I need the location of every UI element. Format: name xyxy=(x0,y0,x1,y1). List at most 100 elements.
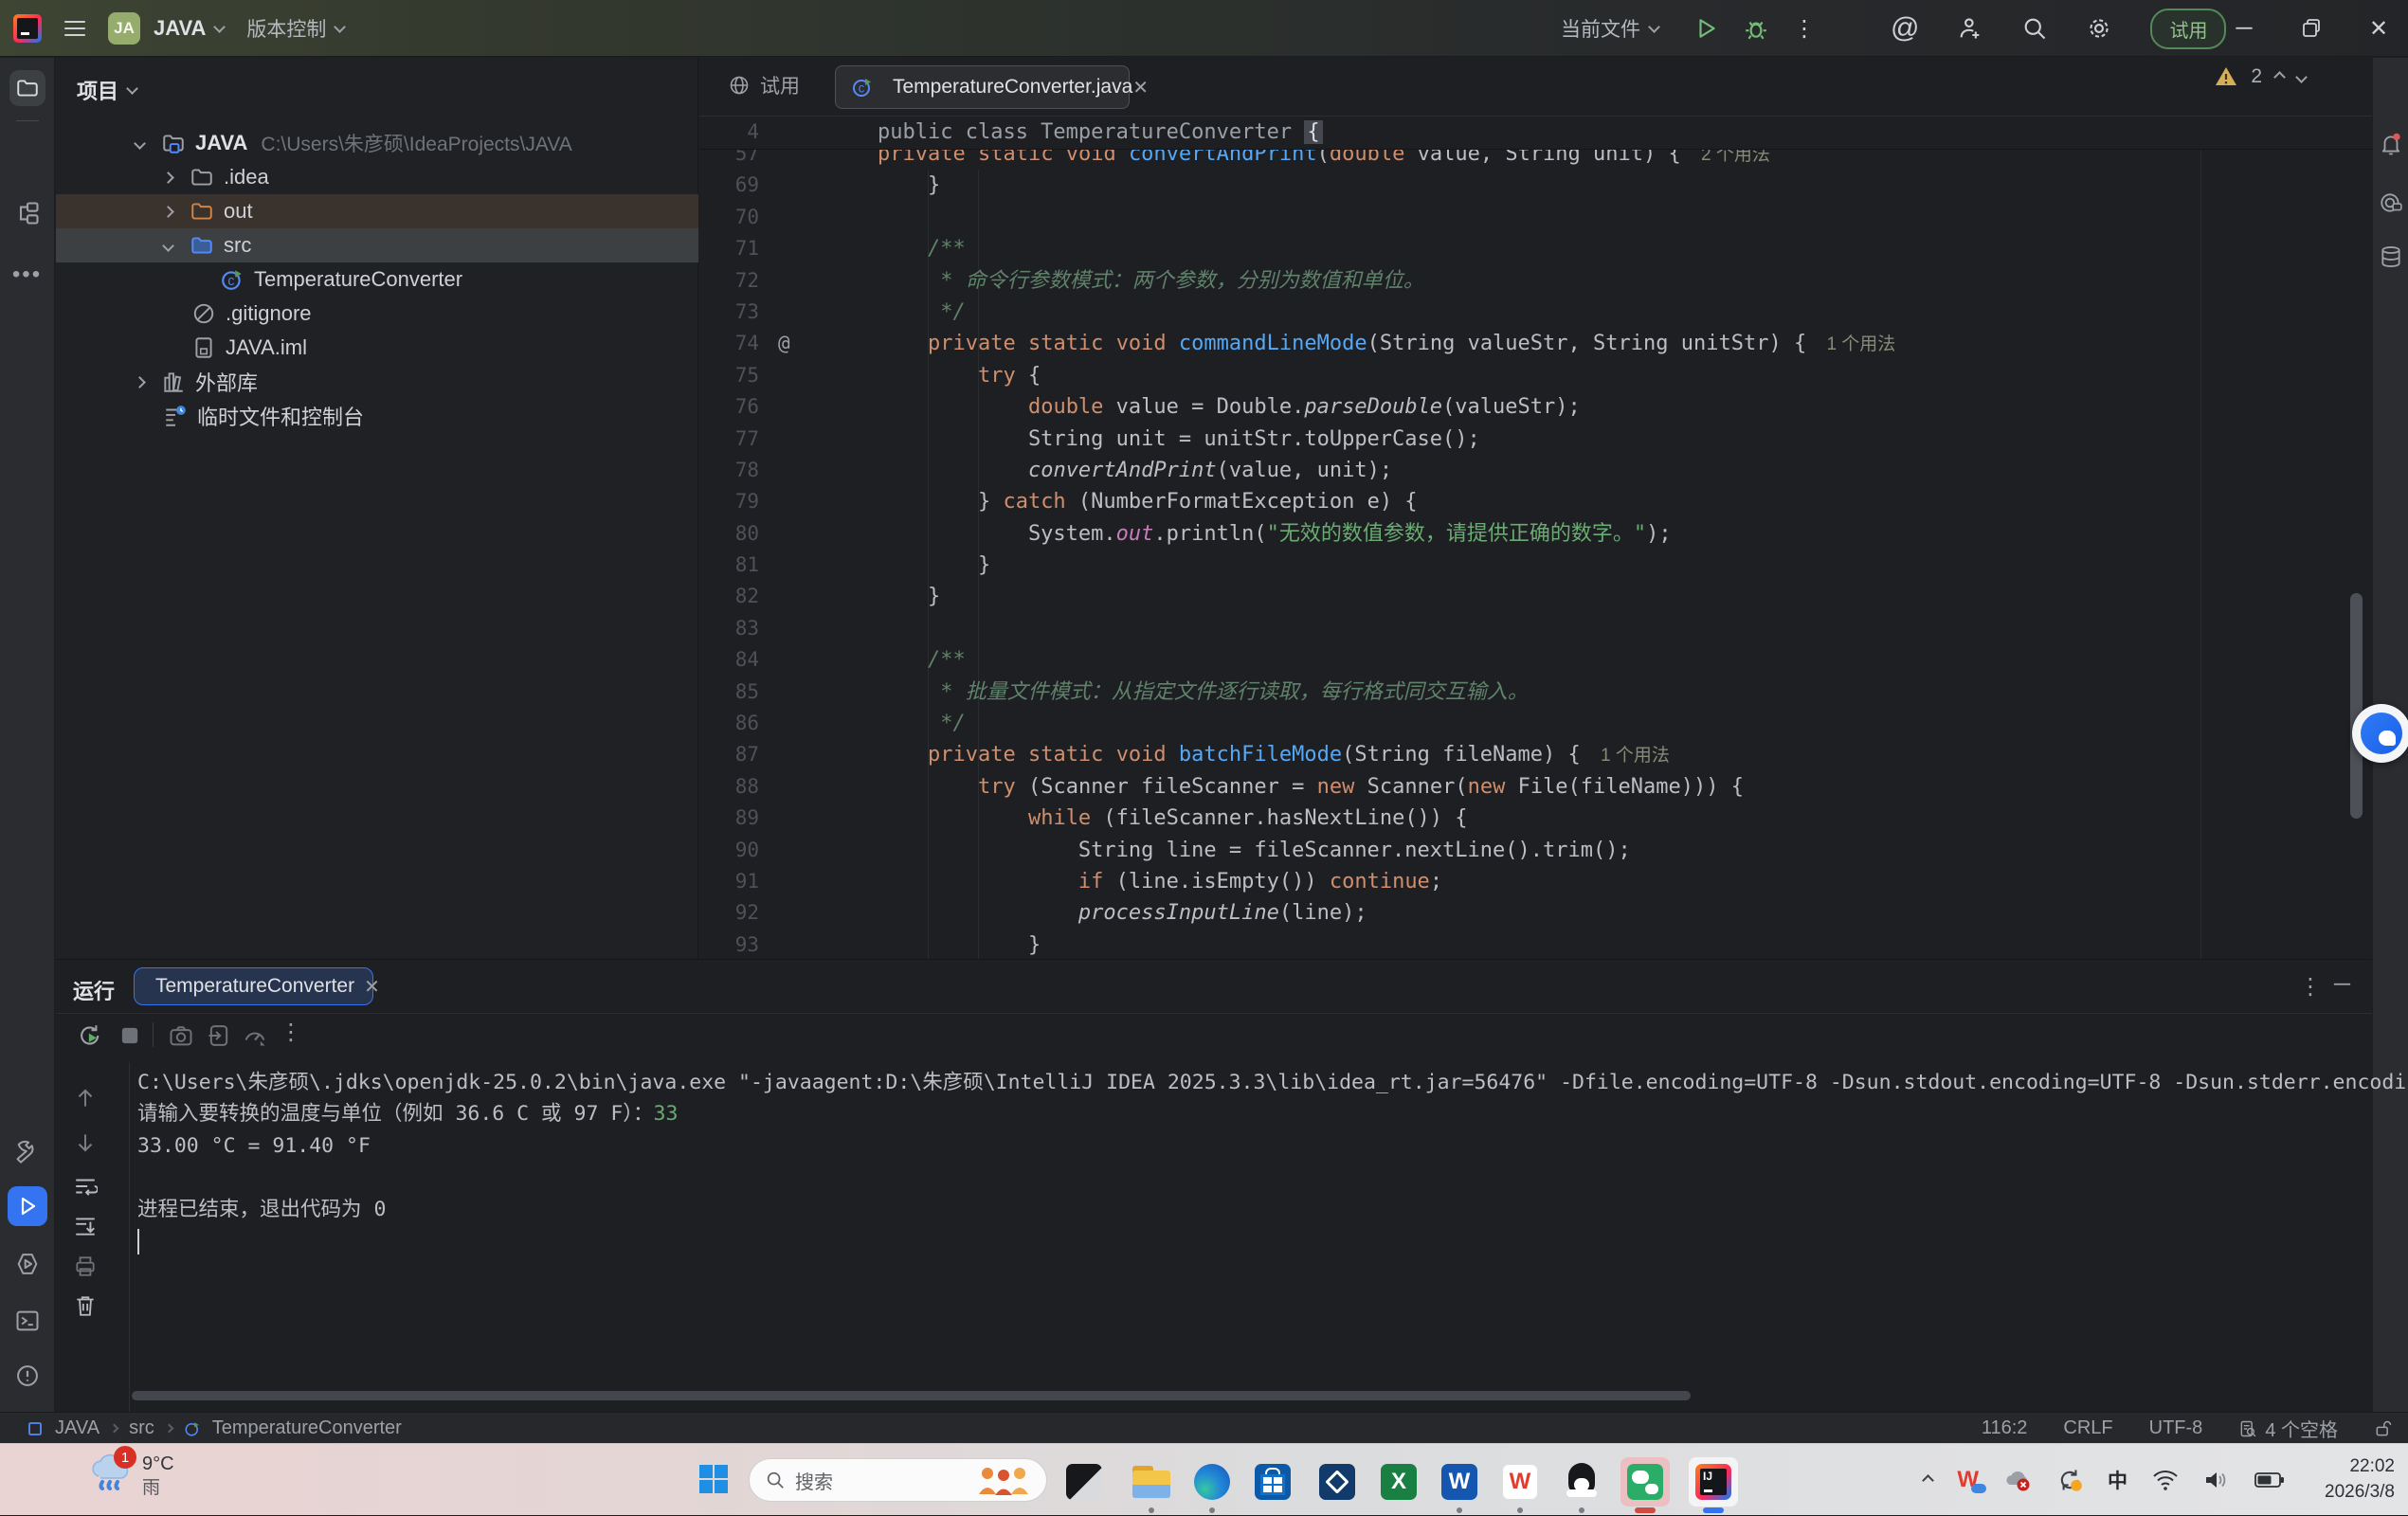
taskbar-search[interactable]: 搜索 xyxy=(749,1458,1047,1502)
code-text[interactable]: try (Scanner fileScanner = new Scanner(n… xyxy=(878,771,1744,803)
code-line-92[interactable]: 92 processInputLine(line); xyxy=(699,897,2372,929)
code-line-79[interactable]: 79 } catch (NumberFormatException e) { xyxy=(699,486,2372,517)
indent-widget[interactable]: 4 个空格 xyxy=(2238,1415,2338,1442)
code-line-84[interactable]: 84 /** xyxy=(699,644,2372,676)
code-line-81[interactable]: 81 } xyxy=(699,550,2372,581)
tree-item-java.iml[interactable]: JAVA.iml xyxy=(56,331,698,365)
code-text[interactable]: */ xyxy=(878,708,966,739)
tree-item-.idea[interactable]: .idea xyxy=(56,160,698,194)
onedrive-offline-icon[interactable] xyxy=(2003,1468,2032,1492)
console-output[interactable]: C:\Users\朱彦硕\.jdks\openjdk-25.0.2\bin\ja… xyxy=(137,1067,2408,1225)
crumb-class[interactable]: TemperatureConverter xyxy=(212,1417,402,1439)
ai-assistant-tool-button[interactable] xyxy=(2379,190,2403,215)
prev-problem-icon[interactable] xyxy=(2273,71,2286,83)
code-line-80[interactable]: 80 System.out.println("无效的数值参数，请提供正确的数字。… xyxy=(699,518,2372,550)
code-text[interactable]: } xyxy=(878,550,990,581)
run-panel-title[interactable]: 运行 xyxy=(73,975,115,1005)
code-text[interactable]: convertAndPrint(value, unit); xyxy=(878,455,1392,486)
thread-dump-camera-icon[interactable] xyxy=(168,1022,194,1049)
tree-item-temperatureconverter[interactable]: CTemperatureConverter xyxy=(56,262,698,297)
code-line-78[interactable]: 78 convertAndPrint(value, unit); xyxy=(699,455,2372,486)
code-text[interactable]: * 命令行参数模式：两个参数，分别为数值和单位。 xyxy=(878,265,1424,297)
tree-item-java[interactable]: JAVAC:\Users\朱彦硕\IdeaProjects\JAVA xyxy=(56,126,698,160)
taskbar-app-excel[interactable]: X xyxy=(1374,1457,1423,1507)
tree-chevron-icon[interactable] xyxy=(134,137,146,150)
window-minimize-button[interactable]: ─ xyxy=(2232,15,2256,42)
crumb-src[interactable]: src xyxy=(129,1417,154,1439)
sticky-lines-header[interactable]: 4public class TemperatureConverter { xyxy=(699,117,2372,150)
caret-position[interactable]: 116:2 xyxy=(1982,1417,2028,1439)
console-horizontal-scrollbar[interactable] xyxy=(132,1391,1691,1400)
code-line-72[interactable]: 72 * 命令行参数模式：两个参数，分别为数值和单位。 xyxy=(699,265,2372,297)
taskbar-app-word[interactable]: W xyxy=(1435,1457,1484,1507)
window-restore-button[interactable] xyxy=(2300,17,2323,40)
code-text[interactable]: */ xyxy=(878,297,966,328)
code-line-88[interactable]: 88 try (Scanner fileScanner = new Scanne… xyxy=(699,771,2372,803)
code-text[interactable]: public class TemperatureConverter { xyxy=(878,117,1323,148)
code-text[interactable]: if (line.isEmpty()) continue; xyxy=(878,866,1442,897)
more-tools-button[interactable]: ••• xyxy=(12,262,42,288)
tree-item-临时文件和控制台[interactable]: 临时文件和控制台 xyxy=(56,399,698,433)
code-line-87[interactable]: 87 private static void batchFileMode(Str… xyxy=(699,739,2372,770)
project-tool-button[interactable] xyxy=(9,70,45,106)
code-line-71[interactable]: 71 /** xyxy=(699,233,2372,264)
code-text[interactable]: processInputLine(line); xyxy=(878,897,1367,929)
tree-chevron-icon[interactable] xyxy=(162,206,174,218)
soft-wrap-icon[interactable] xyxy=(73,1174,98,1199)
main-menu-icon[interactable] xyxy=(64,16,85,41)
wifi-icon[interactable] xyxy=(2152,1469,2179,1491)
stop-icon[interactable] xyxy=(117,1022,143,1049)
code-line-74[interactable]: 74@ private static void commandLineMode(… xyxy=(699,328,2372,359)
clear-all-trash-icon[interactable] xyxy=(73,1293,98,1318)
project-panel-title[interactable]: 项目 xyxy=(77,75,136,105)
build-tool-button[interactable] xyxy=(14,1138,41,1164)
notifications-bell-icon[interactable] xyxy=(2379,132,2403,156)
add-user-icon[interactable] xyxy=(1957,15,1983,42)
crumb-project[interactable]: JAVA xyxy=(55,1417,100,1439)
hide-run-panel-icon[interactable]: ─ xyxy=(2334,971,2350,998)
code-line-86[interactable]: 86 */ xyxy=(699,708,2372,739)
services-tool-button[interactable] xyxy=(14,1251,41,1277)
terminal-tool-button[interactable] xyxy=(14,1308,41,1334)
code-line-83[interactable]: 83 xyxy=(699,613,2372,644)
taskbar-app-wechat[interactable] xyxy=(1620,1457,1670,1507)
taskbar-app-night-app[interactable] xyxy=(1059,1457,1109,1507)
taskbar-app-idea[interactable]: IJ xyxy=(1689,1457,1738,1507)
taskbar-app-diamond-app[interactable] xyxy=(1313,1457,1362,1507)
next-problem-icon[interactable] xyxy=(2295,71,2308,83)
close-tab-icon[interactable]: ✕ xyxy=(1132,76,1149,99)
encoding[interactable]: UTF-8 xyxy=(2149,1417,2203,1439)
tab-trial[interactable]: 试用 xyxy=(728,71,800,99)
more-actions-icon[interactable]: ⋮ xyxy=(1793,15,1816,43)
code-line-93[interactable]: 93 } xyxy=(699,929,2372,961)
code-text[interactable]: } xyxy=(878,581,940,612)
problems-tool-button[interactable] xyxy=(14,1363,41,1389)
wps-cloud-icon[interactable]: W xyxy=(1957,1467,1979,1493)
taskbar-clock[interactable]: 22:02 2026/3/8 xyxy=(2325,1453,2395,1505)
code-text[interactable]: String line = fileScanner.nextLine().tri… xyxy=(878,835,1631,866)
print-icon[interactable] xyxy=(73,1254,98,1278)
battery-icon[interactable] xyxy=(2254,1470,2285,1490)
code-text[interactable]: String unit = unitStr.toUpperCase(); xyxy=(878,424,1480,455)
debug-button-icon[interactable] xyxy=(1744,16,1768,41)
taskbar-app-file-explorer[interactable] xyxy=(1127,1457,1176,1507)
tree-item-外部库[interactable]: 外部库 xyxy=(56,365,698,399)
code-text[interactable]: } xyxy=(878,170,940,201)
close-run-tab-icon[interactable]: ✕ xyxy=(364,975,380,999)
unlocked-icon[interactable] xyxy=(2374,1418,2393,1439)
weather-widget[interactable]: 1 9°C 雨 xyxy=(87,1452,174,1501)
code-text[interactable]: while (fileScanner.hasNextLine()) { xyxy=(878,803,1468,834)
structure-tool-button[interactable] xyxy=(14,200,41,226)
sync-icon[interactable] xyxy=(2056,1467,2083,1493)
floating-assistant-button[interactable] xyxy=(2352,704,2408,763)
rerun-icon[interactable] xyxy=(77,1022,103,1049)
code-text[interactable]: } catch (NumberFormatException e) { xyxy=(878,486,1418,517)
code-line-82[interactable]: 82 } xyxy=(699,581,2372,612)
volume-icon[interactable] xyxy=(2203,1469,2230,1491)
breadcrumb[interactable]: JAVA src TemperatureConverter xyxy=(27,1413,402,1444)
search-icon[interactable] xyxy=(2021,15,2048,42)
window-close-button[interactable]: ✕ xyxy=(2366,15,2391,43)
code-text[interactable]: } xyxy=(878,929,1041,961)
code-line-91[interactable]: 91 if (line.isEmpty()) continue; xyxy=(699,866,2372,897)
ai-assistant-icon[interactable]: @ xyxy=(1891,12,1919,45)
